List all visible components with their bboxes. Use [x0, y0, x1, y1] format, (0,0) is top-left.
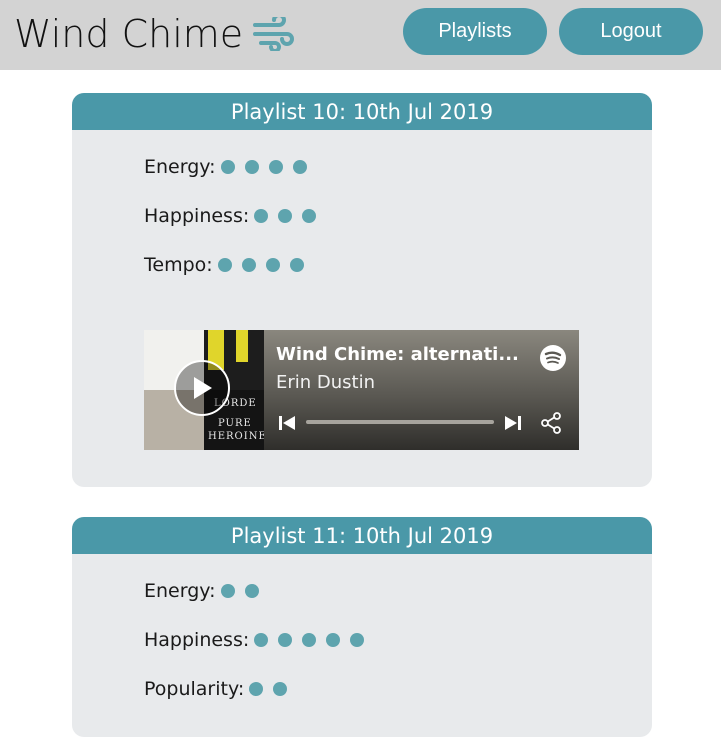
- level-dot: [268, 160, 283, 174]
- spotify-player[interactable]: LORDE PURE HEROINE Wind Chime: alternati…: [144, 330, 579, 450]
- level-dot: [241, 258, 256, 272]
- metric-dots: [249, 682, 297, 696]
- metric-popularity: Popularity:: [144, 678, 297, 700]
- brand[interactable]: Wind Chime: [14, 12, 297, 56]
- metric-dots: [254, 209, 326, 223]
- album-art: LORDE PURE HEROINE: [144, 330, 267, 450]
- metric-label: Popularity:: [144, 678, 245, 700]
- level-dot: [289, 258, 304, 272]
- metric-dots: [254, 633, 374, 647]
- metric-label: Energy:: [144, 580, 216, 602]
- player-artist[interactable]: Erin Dustin: [276, 372, 375, 393]
- album-art-text: HEROINE: [208, 431, 267, 442]
- playlists-button[interactable]: Playlists: [403, 8, 547, 55]
- wind-icon: [253, 12, 297, 56]
- level-dot: [254, 633, 269, 647]
- progress-track[interactable]: [306, 420, 494, 424]
- level-dot: [350, 633, 365, 647]
- album-cover-stripe: [236, 330, 248, 362]
- album-art-text: PURE: [218, 418, 252, 429]
- level-dot: [326, 633, 341, 647]
- level-dot: [278, 633, 293, 647]
- playlist-card: Playlist 10: 10th Jul 2019 Energy: Happi…: [72, 93, 652, 487]
- player-title[interactable]: Wind Chime: alternati...: [276, 344, 519, 365]
- metric-dots: [220, 160, 317, 174]
- share-icon[interactable]: [539, 411, 563, 440]
- metric-label: Tempo:: [144, 254, 213, 276]
- metric-energy: Energy:: [144, 156, 317, 178]
- level-dot: [302, 209, 317, 223]
- metric-dots: [217, 258, 314, 272]
- level-dot: [292, 160, 307, 174]
- level-dot: [244, 160, 259, 174]
- metric-energy: Energy:: [144, 580, 269, 602]
- metric-tempo: Tempo:: [144, 254, 314, 276]
- level-dot: [220, 160, 235, 174]
- level-dot: [254, 209, 269, 223]
- level-dot: [302, 633, 317, 647]
- metric-label: Happiness:: [144, 205, 250, 227]
- level-dot: [217, 258, 232, 272]
- metric-label: Energy:: [144, 156, 216, 178]
- playlist-title: Playlist 10: 10th Jul 2019: [72, 93, 652, 130]
- playlist-title: Playlist 11: 10th Jul 2019: [72, 517, 652, 554]
- metric-label: Happiness:: [144, 629, 250, 651]
- brand-name: Wind Chime: [14, 12, 244, 56]
- previous-track-icon[interactable]: [278, 414, 296, 437]
- next-track-icon[interactable]: [504, 414, 522, 437]
- level-dot: [265, 258, 280, 272]
- level-dot: [220, 584, 235, 598]
- spotify-icon[interactable]: [539, 344, 567, 377]
- level-dot: [273, 682, 288, 696]
- level-dot: [249, 682, 264, 696]
- player-info: Wind Chime: alternati... Erin Dustin: [264, 330, 579, 450]
- logout-button[interactable]: Logout: [559, 8, 703, 55]
- top-bar: Wind Chime Playlists Logout: [0, 0, 721, 70]
- level-dot: [278, 209, 293, 223]
- level-dot: [244, 584, 259, 598]
- play-button[interactable]: [174, 360, 230, 416]
- metric-happiness: Happiness:: [144, 629, 374, 651]
- metric-happiness: Happiness:: [144, 205, 326, 227]
- playlist-card: Playlist 11: 10th Jul 2019 Energy: Happi…: [72, 517, 652, 737]
- metric-dots: [220, 584, 269, 598]
- play-icon: [194, 377, 212, 399]
